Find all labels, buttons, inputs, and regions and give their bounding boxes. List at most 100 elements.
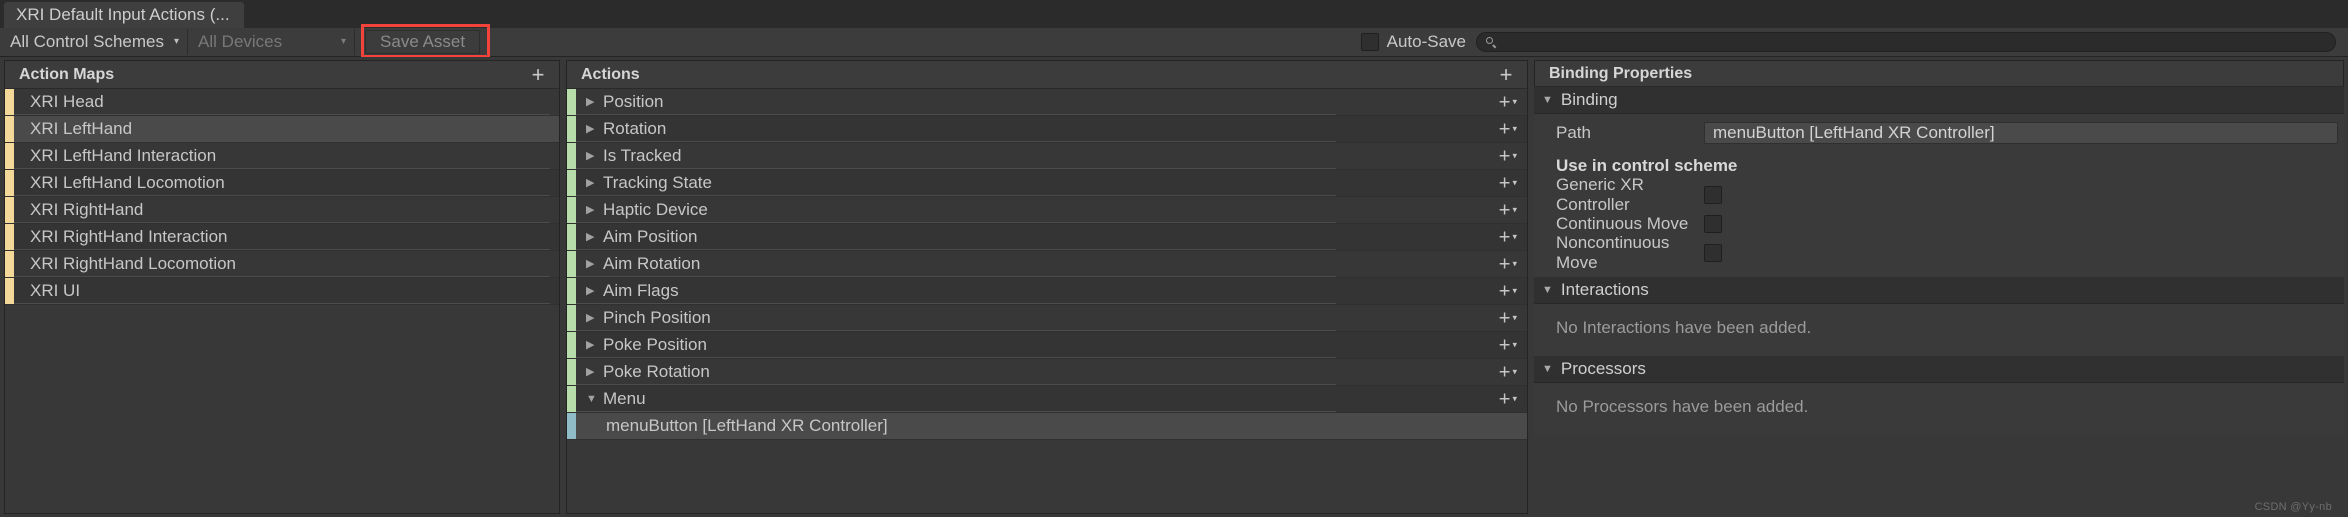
devices-dropdown[interactable]: All Devices ▾ (188, 29, 356, 55)
processors-section-header[interactable]: ▼ Processors (1534, 356, 2344, 383)
control-scheme-row: Generic XR Controller (1534, 175, 2344, 214)
path-value-field[interactable]: menuButton [LeftHand XR Controller] (1704, 122, 2338, 144)
search-input[interactable] (1497, 33, 2327, 51)
control-schemes-label: All Control Schemes (10, 32, 165, 51)
add-binding-button[interactable]: + ▾ (1499, 146, 1517, 166)
binding-section-header[interactable]: ▼ Binding (1534, 87, 2344, 114)
search-field[interactable] (1476, 32, 2336, 52)
add-binding-button[interactable]: + ▾ (1498, 118, 1517, 140)
action-map-row[interactable]: XRI RightHand Locomotion (5, 251, 559, 278)
plus-icon: + (1498, 172, 1511, 194)
triangle-right-icon[interactable]: ▶ (586, 366, 599, 378)
save-asset-wrapper: Save Asset (361, 24, 491, 58)
triangle-down-icon: ▼ (1542, 284, 1553, 296)
action-map-label: XRI LeftHand Locomotion (30, 173, 225, 192)
action-map-row[interactable]: XRI UI (5, 278, 559, 305)
action-row[interactable]: ▶ Is Tracked + ▾ (567, 143, 1527, 170)
row-underline (576, 114, 1336, 115)
chevron-down-icon: ▾ (1512, 177, 1517, 188)
add-binding-button[interactable]: + ▾ (1499, 335, 1517, 355)
action-map-row[interactable]: XRI LeftHand Interaction (5, 143, 559, 170)
row-underline (576, 276, 1336, 277)
row-underline (14, 222, 550, 223)
control-scheme-row: Noncontinuous Move (1534, 233, 2344, 272)
tab-xri-default-input-actions[interactable]: XRI Default Input Actions (... (4, 2, 244, 28)
tab-bar: XRI Default Input Actions (... (0, 0, 2348, 28)
add-binding-button[interactable]: + ▾ (1498, 172, 1517, 194)
add-action-button[interactable]: + (1497, 63, 1515, 85)
triangle-right-icon[interactable]: ▶ (586, 150, 599, 162)
action-row[interactable]: ▶ Poke Rotation + ▾ (567, 359, 1527, 386)
plus-icon: + (1498, 91, 1511, 113)
plus-icon: + (1498, 253, 1511, 275)
action-label: Aim Rotation (603, 254, 701, 273)
add-binding-button[interactable]: + ▾ (1499, 227, 1517, 247)
path-label: Path (1556, 123, 1591, 142)
action-row[interactable]: ▼ Menu + ▾ (567, 386, 1527, 413)
auto-save-checkbox[interactable] (1360, 33, 1379, 51)
triangle-right-icon[interactable]: ▶ (586, 258, 599, 270)
action-map-row[interactable]: XRI RightHand (5, 197, 559, 224)
control-scheme-label: Generic XR Controller (1556, 174, 1644, 214)
actions-title: Actions (581, 65, 640, 83)
actions-list: ▶ Position + ▾ ▶ Rotation + ▾ ▶ Is Tracked + ▾ ▶ Trac… (567, 89, 1527, 440)
add-binding-button[interactable]: + ▾ (1498, 307, 1517, 329)
action-row[interactable]: ▶ Pinch Position + ▾ (567, 305, 1527, 332)
triangle-right-icon[interactable]: ▶ (586, 231, 599, 243)
action-map-accent-bar (5, 224, 14, 250)
save-asset-label: Save Asset (380, 32, 466, 51)
triangle-right-icon[interactable]: ▶ (586, 312, 599, 324)
action-row[interactable]: ▶ Tracking State + ▾ (567, 170, 1527, 197)
plus-icon: + (1498, 118, 1511, 140)
action-row[interactable]: ▶ Rotation + ▾ (567, 116, 1527, 143)
triangle-down-icon[interactable]: ▼ (586, 393, 599, 405)
triangle-right-icon[interactable]: ▶ (586, 339, 599, 351)
add-binding-button[interactable]: + ▾ (1498, 253, 1517, 275)
row-underline (576, 384, 1336, 385)
action-map-row[interactable]: XRI LeftHand (5, 116, 559, 143)
action-accent-bar (567, 305, 576, 331)
devices-label: All Devices (198, 32, 283, 51)
interactions-section-header[interactable]: ▼ Interactions (1534, 277, 2344, 304)
action-maps-list: XRI Head XRI LeftHand XRI LeftHand Interac… (5, 89, 559, 305)
action-row[interactable]: ▶ Aim Rotation + ▾ (567, 251, 1527, 278)
action-row[interactable]: ▶ Aim Flags + ▾ (567, 278, 1527, 305)
action-map-label: XRI RightHand Locomotion (30, 254, 237, 273)
add-binding-button[interactable]: + ▾ (1498, 91, 1517, 113)
action-accent-bar (567, 278, 576, 304)
action-map-row[interactable]: XRI Head (5, 89, 559, 116)
triangle-right-icon[interactable]: ▶ (586, 285, 599, 297)
add-binding-button[interactable]: + ▾ (1499, 281, 1517, 301)
triangle-right-icon[interactable]: ▶ (586, 177, 599, 189)
control-scheme-checkbox[interactable] (1704, 185, 1722, 204)
chevron-down-icon: ▾ (1512, 204, 1517, 215)
control-scheme-checkbox[interactable] (1704, 243, 1722, 262)
triangle-right-icon[interactable]: ▶ (586, 96, 599, 108)
plus-icon: + (1498, 307, 1511, 329)
row-underline (576, 195, 1336, 196)
triangle-down-icon: ▼ (1542, 94, 1553, 106)
action-row[interactable]: ▶ Haptic Device + ▾ (567, 197, 1527, 224)
add-binding-button[interactable]: + ▾ (1499, 389, 1517, 409)
action-label: Aim Flags (603, 281, 679, 300)
action-row[interactable]: ▶ Poke Position + ▾ (567, 332, 1527, 359)
action-map-row[interactable]: XRI RightHand Interaction (5, 224, 559, 251)
action-map-row[interactable]: XRI LeftHand Locomotion (5, 170, 559, 197)
action-label: Aim Position (603, 227, 698, 246)
add-action-map-button[interactable]: + (529, 63, 547, 85)
chevron-down-icon: ▾ (1512, 258, 1517, 269)
control-schemes-dropdown[interactable]: All Control Schemes ▾ (0, 29, 189, 55)
add-binding-button[interactable]: + ▾ (1499, 362, 1517, 382)
auto-save-group: Auto-Save (1360, 32, 1466, 52)
control-scheme-checkbox[interactable] (1704, 214, 1722, 233)
chevron-down-icon: ▾ (1512, 123, 1517, 134)
action-accent-bar (567, 197, 576, 223)
action-maps-title: Action Maps (19, 65, 115, 83)
add-binding-button[interactable]: + ▾ (1499, 200, 1517, 220)
binding-row[interactable]: menuButton [LeftHand XR Controller] (567, 413, 1527, 440)
triangle-right-icon[interactable]: ▶ (586, 204, 599, 216)
triangle-right-icon[interactable]: ▶ (586, 123, 599, 135)
action-row[interactable]: ▶ Aim Position + ▾ (567, 224, 1527, 251)
save-asset-button[interactable]: Save Asset (365, 30, 481, 54)
action-row[interactable]: ▶ Position + ▾ (567, 89, 1527, 116)
